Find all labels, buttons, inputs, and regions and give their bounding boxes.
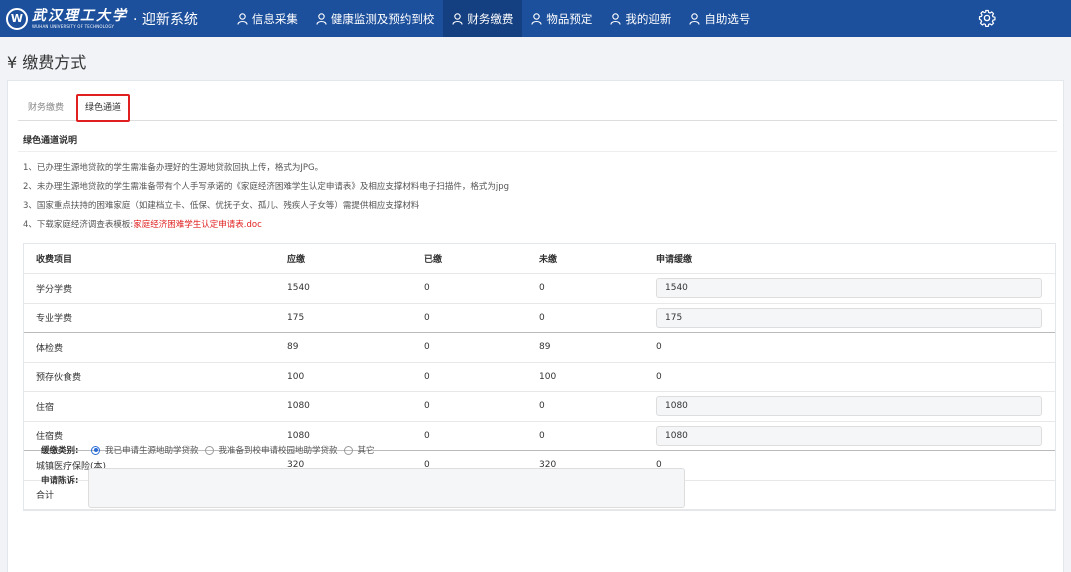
appeal-row: 申请陈诉: bbox=[41, 468, 685, 508]
defer-type-label: 缓缴类别: bbox=[41, 446, 79, 456]
defer-cell: 1080 bbox=[644, 391, 1055, 422]
nav-label: 财务缴费 bbox=[467, 11, 514, 26]
fee-defer: 0 bbox=[644, 332, 1055, 363]
fee-paid: 0 bbox=[412, 362, 527, 392]
fee-item: 体检费 bbox=[24, 332, 275, 363]
nav-label: 物品预定 bbox=[546, 11, 593, 26]
fee-unpaid: 0 bbox=[527, 391, 644, 422]
tab-green-channel[interactable]: 绿色通道 bbox=[76, 94, 130, 122]
note-item: 1、已办理生源地贷款的学生需准备办理好的生源地贷款回执上传，格式为JPG。 bbox=[23, 163, 324, 173]
section-title: 绿色通道说明 bbox=[23, 136, 78, 146]
note-item: 2、未办理生源地贷款的学生需准备带有个人手写承诺的《家庭经济困难学生认定申请表》… bbox=[23, 182, 510, 192]
fee-defer: 0 bbox=[644, 362, 1055, 392]
divider bbox=[18, 151, 1057, 152]
option-label: 我已申请生源地助学贷款 bbox=[105, 446, 199, 456]
user-icon bbox=[689, 12, 700, 25]
fee-paid: 0 bbox=[412, 391, 527, 422]
user-icon bbox=[316, 12, 327, 25]
template-download-link[interactable]: 家庭经济困难学生认定申请表.doc bbox=[133, 220, 261, 230]
defer-option-student-loan[interactable]: 我已申请生源地助学贷款 bbox=[91, 444, 199, 456]
fee-due: 1540 bbox=[275, 273, 412, 304]
nav-label: 健康监测及预约到校 bbox=[330, 11, 435, 26]
fee-unpaid: 89 bbox=[527, 332, 644, 363]
fee-paid: 0 bbox=[412, 332, 527, 363]
nav-label: 自助选号 bbox=[704, 11, 751, 26]
nav-item-info-collection[interactable]: 信息采集 bbox=[228, 0, 307, 37]
option-label: 其它 bbox=[357, 446, 375, 456]
fee-paid: 0 bbox=[412, 303, 527, 333]
table-row: 住宿 1080 0 0 1080 bbox=[24, 391, 1055, 422]
radio-button[interactable] bbox=[91, 445, 100, 455]
nav-label: 我的迎新 bbox=[625, 11, 672, 26]
notes-list: 1、已办理生源地贷款的学生需准备办理好的生源地贷款回执上传，格式为JPG。 2、… bbox=[23, 160, 509, 236]
fee-due: 175 bbox=[275, 303, 412, 333]
fee-item: 预存伙食费 bbox=[24, 362, 275, 392]
column-header: 已缴 bbox=[412, 244, 527, 274]
fee-defer: 0 bbox=[644, 450, 1055, 481]
user-icon bbox=[610, 12, 621, 25]
system-name: · 迎新系统 bbox=[133, 11, 198, 28]
radio-button[interactable] bbox=[204, 445, 214, 455]
fee-due: 1080 bbox=[275, 391, 412, 422]
page-title: ¥ 缴费方式 bbox=[7, 53, 87, 72]
fee-due: 89 bbox=[275, 332, 412, 363]
defer-option-campus-loan[interactable]: 我准备到校申请校园地助学贷款 bbox=[204, 444, 338, 456]
fee-unpaid: 100 bbox=[527, 362, 644, 392]
top-navbar: W 武汉理工大学 WUHAN UNIVERSITY OF TECHNOLOGY … bbox=[0, 0, 1071, 37]
university-logo[interactable]: W 武汉理工大学 WUHAN UNIVERSITY OF TECHNOLOGY bbox=[0, 0, 128, 37]
fee-item: 专业学费 bbox=[24, 303, 275, 333]
fee-unpaid: 0 bbox=[527, 303, 644, 333]
radio-button[interactable] bbox=[343, 445, 353, 455]
defer-amount-input[interactable]: 1540 bbox=[656, 278, 1042, 299]
tab-finance-payment[interactable]: 财务缴费 bbox=[28, 95, 64, 121]
defer-amount-input[interactable]: 1080 bbox=[656, 396, 1042, 417]
nav-item-my-welcome[interactable]: 我的迎新 bbox=[601, 0, 680, 37]
logo-text: 武汉理工大学 WUHAN UNIVERSITY OF TECHNOLOGY bbox=[32, 8, 128, 30]
fee-due: 100 bbox=[275, 362, 412, 392]
table-row: 预存伙食费 100 0 100 0 bbox=[24, 362, 1055, 392]
column-header: 未缴 bbox=[527, 244, 644, 274]
defer-option-other[interactable]: 其它 bbox=[343, 444, 375, 456]
fee-item: 学分学费 bbox=[24, 273, 275, 304]
user-icon bbox=[531, 12, 542, 25]
fee-item: 住宿 bbox=[24, 391, 275, 422]
appeal-textarea[interactable] bbox=[88, 468, 685, 508]
tab-bar: 财务缴费 绿色通道 bbox=[18, 94, 1057, 122]
defer-cell: 1540 bbox=[644, 273, 1055, 304]
nav-label: 信息采集 bbox=[251, 11, 298, 26]
fee-paid: 0 bbox=[412, 273, 527, 304]
appeal-label: 申请陈诉: bbox=[41, 476, 79, 486]
defer-cell: 175 bbox=[644, 303, 1055, 333]
column-header: 收费项目 bbox=[24, 244, 275, 274]
total-defer: 3875 bbox=[644, 480, 1055, 510]
defer-amount-input[interactable]: 1080 bbox=[656, 425, 1042, 446]
user-icon bbox=[452, 12, 463, 25]
gear-icon[interactable] bbox=[978, 9, 996, 27]
nav-item-self-select-number[interactable]: 自助选号 bbox=[680, 0, 759, 37]
fee-unpaid: 0 bbox=[527, 421, 644, 451]
defer-amount-input[interactable]: 175 bbox=[656, 307, 1042, 328]
logo-emblem-icon: W bbox=[6, 7, 28, 30]
main-nav: 信息采集 健康监测及预约到校 财务缴费 物品预定 我的迎新 自助选号 bbox=[228, 0, 760, 37]
nav-item-finance-payment[interactable]: 财务缴费 bbox=[443, 0, 523, 37]
logo-en-text: WUHAN UNIVERSITY OF TECHNOLOGY bbox=[32, 23, 115, 29]
logo-cn-text: 武汉理工大学 bbox=[32, 7, 128, 24]
note-item: 4、下载家庭经济调查表模板:家庭经济困难学生认定申请表.doc bbox=[23, 217, 509, 236]
defer-cell: 1080 bbox=[644, 421, 1055, 451]
column-header: 应缴 bbox=[275, 244, 412, 274]
option-label: 我准备到校申请校园地助学贷款 bbox=[218, 446, 338, 456]
user-icon bbox=[237, 12, 248, 25]
table-header-row: 收费项目 应缴 已缴 未缴 申请缓缴 bbox=[24, 244, 1055, 274]
fee-unpaid: 0 bbox=[527, 273, 644, 304]
table-row: 体检费 89 0 89 0 bbox=[24, 332, 1055, 363]
nav-item-health-check[interactable]: 健康监测及预约到校 bbox=[307, 0, 444, 37]
column-header: 申请缓缴 bbox=[644, 244, 1055, 274]
table-row: 学分学费 1540 0 0 1540 bbox=[24, 273, 1055, 304]
nav-item-item-booking[interactable]: 物品预定 bbox=[522, 0, 601, 37]
note-item: 3、国家重点扶持的困难家庭（如建档立卡、低保、优抚子女、孤儿、残疾人子女等）需提… bbox=[23, 201, 420, 211]
fee-paid: 0 bbox=[412, 421, 527, 451]
note-4-prefix: 4、下载家庭经济调查表模板: bbox=[23, 220, 134, 230]
table-row: 专业学费 175 0 0 175 bbox=[24, 303, 1055, 333]
defer-type-row: 缓缴类别: 我已申请生源地助学贷款 我准备到校申请校园地助学贷款 其它 bbox=[41, 444, 381, 456]
